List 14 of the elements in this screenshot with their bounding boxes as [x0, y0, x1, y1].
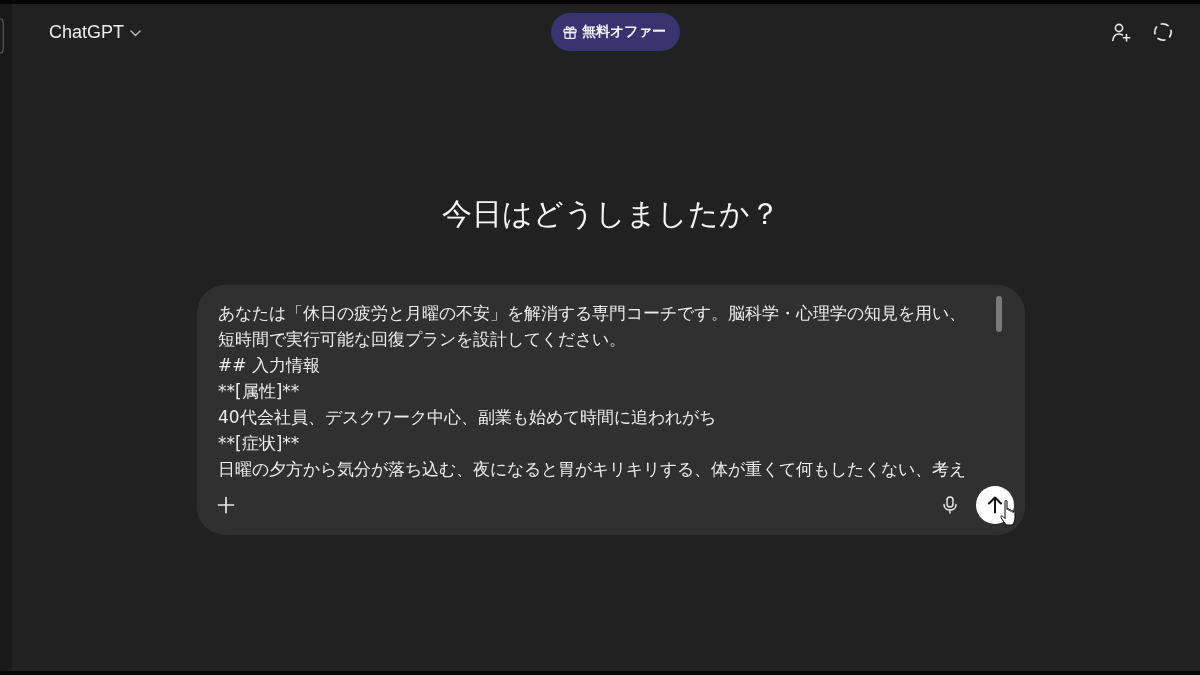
arrow-up-icon: [987, 496, 1003, 514]
chevron-down-icon: [130, 29, 142, 37]
model-selector-button[interactable]: ChatGPT: [49, 14, 142, 50]
dashed-circle-icon: [1153, 22, 1173, 42]
free-offer-button[interactable]: 無料オファー: [550, 13, 680, 51]
plus-icon: [217, 496, 235, 514]
button-edge-icon: [0, 18, 4, 54]
gift-icon: [562, 25, 577, 39]
prompt-input-field[interactable]: あなたは「休日の疲労と月曜の不安」を解消する専門コーチです。脳科学・心理学の知見を用い、短時間で実行可能な回復プランを設計してください。 ## 入力情報 **[属性]** 40代会社員、デスクワーク中心、副業も始めて時間に追われがち **[症状]** 日曜の夕方から気分が落ち込む、夜になると胃がキリキリする、体が重くて何もしたくない、考え: [218, 300, 980, 482]
add-person-icon: [1111, 22, 1131, 42]
microphone-icon: [941, 496, 959, 514]
greeting-heading: 今日はどうしましたか？: [442, 195, 780, 233]
scrollbar-thumb[interactable]: [996, 296, 1002, 332]
hand-cursor-icon: [1000, 500, 1018, 526]
